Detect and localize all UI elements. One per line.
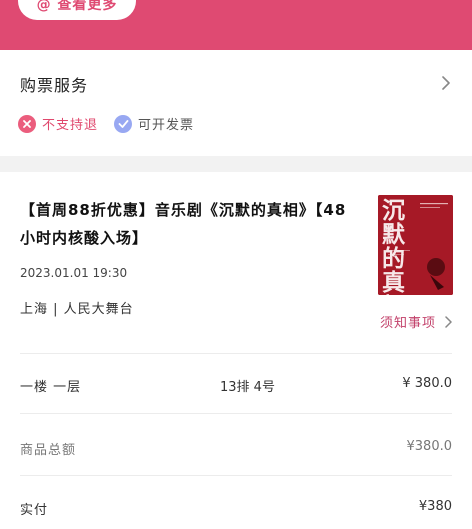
ticket-service-title: 购票服务 [20,76,89,95]
seat-area: 一楼 一层 [20,380,82,395]
seat-number: 13排 4号 [220,380,275,395]
show-venue: 上海 | 人民大舞台 [20,302,134,317]
tag-no-refund-label: 不支持退 [42,118,99,133]
tag-invoice-label: 可开发票 [138,118,195,133]
seat-price: ¥ 380.0 [402,376,452,391]
top-pill-text: @ 查看更多 [36,0,118,13]
total-label: 商品总额 [20,443,77,458]
divider [20,413,452,414]
top-banner: @ 查看更多 [0,0,472,50]
total-value: ¥380.0 [406,439,453,454]
service-tags: 不支持退 可开发票 [18,114,194,133]
tag-invoice: 可开发票 [114,114,194,133]
divider [20,353,452,354]
show-poster[interactable]: 沉默的真相 [378,195,453,295]
notice-link[interactable]: 须知事项 [380,312,454,331]
order-card: 【首周88折优惠】音乐剧《沉默的真相》【48小时内核酸入场】 2023.01.0… [0,172,472,529]
show-date: 2023.01.01 19:30 [20,266,128,280]
ticket-service-card[interactable]: 购票服务 不支持退 可开发票 [0,50,472,156]
poster-title: 沉默的真相 [382,197,405,296]
top-pill[interactable]: @ 查看更多 [18,0,136,20]
close-circle-icon [18,114,36,133]
seat-row: 一楼 一层 13排 4号 ¥ 380.0 [20,376,452,396]
divider [20,475,452,476]
check-circle-icon [114,114,133,133]
paid-value: ¥380 [418,499,452,514]
tag-no-refund: 不支持退 [18,114,98,133]
paid-label: 实付 [20,503,49,518]
total-row: 商品总额 ¥380.0 [20,439,452,459]
chevron-right-icon [442,76,450,90]
notice-label: 须知事项 [379,316,436,331]
paid-row: 实付 ¥380 [20,499,452,519]
show-title: 【首周88折优惠】音乐剧《沉默的真相》【48小时内核酸入场】 [20,201,347,247]
chevron-right-icon [445,315,452,328]
